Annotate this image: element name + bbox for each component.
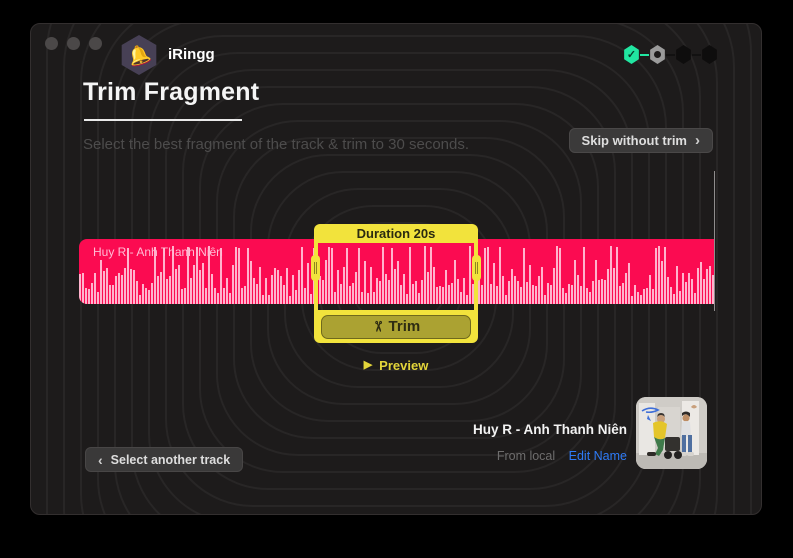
selection-left-handle[interactable] [311,255,320,281]
step-connector [640,54,649,56]
edit-name-link[interactable]: Edit Name [569,449,627,463]
page-title: Trim Fragment [83,78,259,107]
chevron-left-icon: ‹ [98,453,103,467]
page-subtitle: Select the best fragment of the track & … [83,136,469,153]
selection-right-handle[interactable] [472,255,481,281]
skip-without-trim-button[interactable]: Skip without trim › [569,128,713,153]
track-source-label: From local [497,449,555,463]
step-3-pending [675,45,692,64]
progress-stepper: ✓ [623,45,718,64]
selection-footer: ✂ Trim [314,310,478,343]
select-another-track-button[interactable]: ‹ Select another track [85,447,243,472]
track-end-marker [714,171,715,311]
step-4-pending [701,45,718,64]
trim-button-label: Trim [389,318,421,335]
back-button-label: Select another track [111,453,231,467]
hexagon-logo-shape: 🔔 [119,35,159,75]
duration-label: Duration 20s [314,224,478,243]
trim-selection-box[interactable]: Duration 20s ✂ Trim [314,224,478,343]
window-controls [45,37,102,50]
step-connector [666,54,675,56]
trim-button[interactable]: ✂ Trim [321,315,471,339]
preview-button[interactable]: ▶ Preview [314,355,478,375]
chevron-right-icon: › [695,133,700,148]
step-1-completed: ✓ [623,45,640,64]
app-logo: 🔔 [119,35,159,75]
title-underline [84,119,242,121]
play-icon: ▶ [364,360,372,371]
waveform-track-label: Huy R - Anh Thanh Niên [93,245,223,259]
scissors-icon: ✂ [369,321,386,333]
skip-button-label: Skip without trim [582,133,687,148]
app-name: iRingg [168,46,215,63]
preview-button-label: Preview [379,358,428,373]
step-connector [692,54,701,56]
bell-icon: 🔔 [125,42,153,69]
step-2-current [649,45,666,64]
app-window: 🔔 iRingg ✓ Trim Fragment Select the best… [30,23,762,515]
album-art-image [636,397,707,469]
close-window-button[interactable] [45,37,58,50]
zoom-window-button[interactable] [89,37,102,50]
selection-window[interactable] [314,243,478,310]
track-info: Huy R - Anh Thanh Niên From local Edit N… [327,422,627,463]
minimize-window-button[interactable] [67,37,80,50]
track-title: Huy R - Anh Thanh Niên [327,422,627,437]
album-art [636,397,707,469]
